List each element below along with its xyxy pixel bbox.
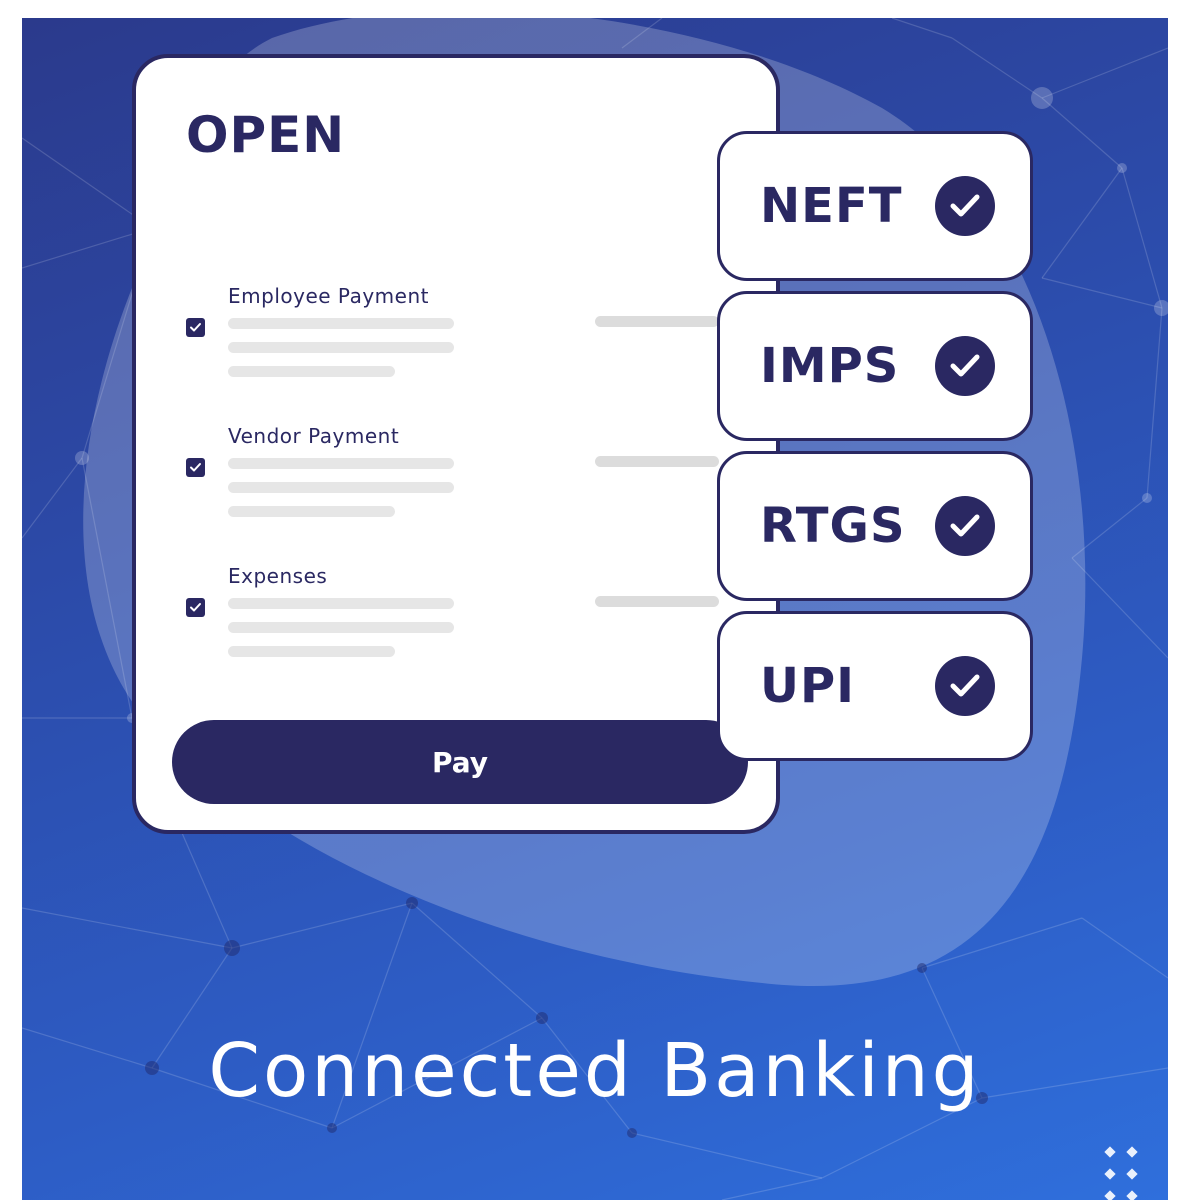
placeholder-line — [228, 458, 454, 469]
placeholder-line — [228, 598, 454, 609]
checkmark-icon — [190, 603, 201, 612]
checkmark-icon — [190, 463, 201, 472]
checkbox-vendor-payment[interactable] — [186, 458, 205, 477]
poster-background: OPEN Employee Payment Vendor Payment Exp… — [22, 18, 1168, 1200]
payment-card: OPEN Employee Payment Vendor Payment Exp… — [132, 54, 780, 834]
amount-placeholder — [595, 456, 719, 467]
placeholder-line — [228, 342, 454, 353]
check-circle-icon — [935, 496, 995, 556]
payment-item-expenses: Expenses — [186, 564, 746, 674]
check-circle-icon — [935, 656, 995, 716]
placeholder-line — [228, 646, 395, 657]
headline: Connected Banking — [208, 1028, 982, 1114]
payment-item-label: Expenses — [228, 564, 328, 588]
placeholder-line — [228, 506, 395, 517]
check-circle-icon — [935, 176, 995, 236]
card-title: OPEN — [186, 106, 346, 164]
check-circle-icon — [935, 336, 995, 396]
placeholder-line — [228, 366, 395, 377]
placeholder-line — [228, 318, 454, 329]
amount-placeholder — [595, 596, 719, 607]
method-imps[interactable]: IMPS — [717, 291, 1033, 441]
payment-item-vendor: Vendor Payment — [186, 424, 746, 534]
method-rtgs[interactable]: RTGS — [717, 451, 1033, 601]
method-label: IMPS — [760, 338, 900, 394]
method-upi[interactable]: UPI — [717, 611, 1033, 761]
method-label: UPI — [760, 658, 856, 714]
amount-placeholder — [595, 316, 719, 327]
payment-item-employee: Employee Payment — [186, 284, 746, 394]
decorative-dots — [1104, 1146, 1138, 1200]
method-label: NEFT — [760, 178, 903, 234]
checkbox-employee-payment[interactable] — [186, 318, 205, 337]
checkmark-icon — [190, 323, 201, 332]
payment-item-label: Vendor Payment — [228, 424, 400, 448]
method-label: RTGS — [760, 498, 906, 554]
placeholder-line — [228, 482, 454, 493]
pay-button[interactable]: Pay — [172, 720, 748, 804]
placeholder-line — [228, 622, 454, 633]
payment-item-label: Employee Payment — [228, 284, 429, 308]
method-neft[interactable]: NEFT — [717, 131, 1033, 281]
checkbox-expenses[interactable] — [186, 598, 205, 617]
